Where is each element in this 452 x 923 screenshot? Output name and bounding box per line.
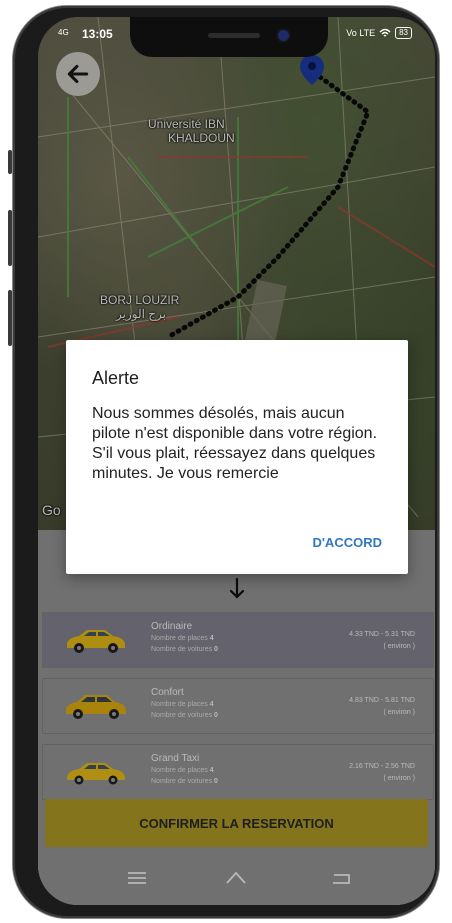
wifi-icon (379, 28, 391, 37)
dialog-message: Nous sommes désolés, mais aucun pilote n… (92, 405, 378, 482)
status-time: 13:05 (82, 27, 113, 41)
ok-button[interactable]: D'ACCORD (312, 535, 382, 550)
phone-volume-button (8, 290, 12, 346)
phone-notch (130, 17, 328, 57)
front-camera (278, 30, 289, 41)
battery-indicator: 83 (395, 27, 412, 39)
volte-indicator: Vo LTE (346, 28, 376, 38)
speaker-grille (208, 33, 260, 38)
phone-volume-button (8, 210, 12, 266)
alert-dialog: Alerte Nous sommes désolés, mais aucun p… (66, 340, 408, 574)
dialog-title: Alerte (92, 368, 140, 388)
status-icons: Vo LTE 83 (346, 27, 412, 39)
network-indicator: 4G (58, 28, 69, 37)
phone-side-button (8, 150, 12, 174)
app-screen: Université IBN KHALDOUN BORJ LOUZIR برج … (38, 17, 435, 905)
